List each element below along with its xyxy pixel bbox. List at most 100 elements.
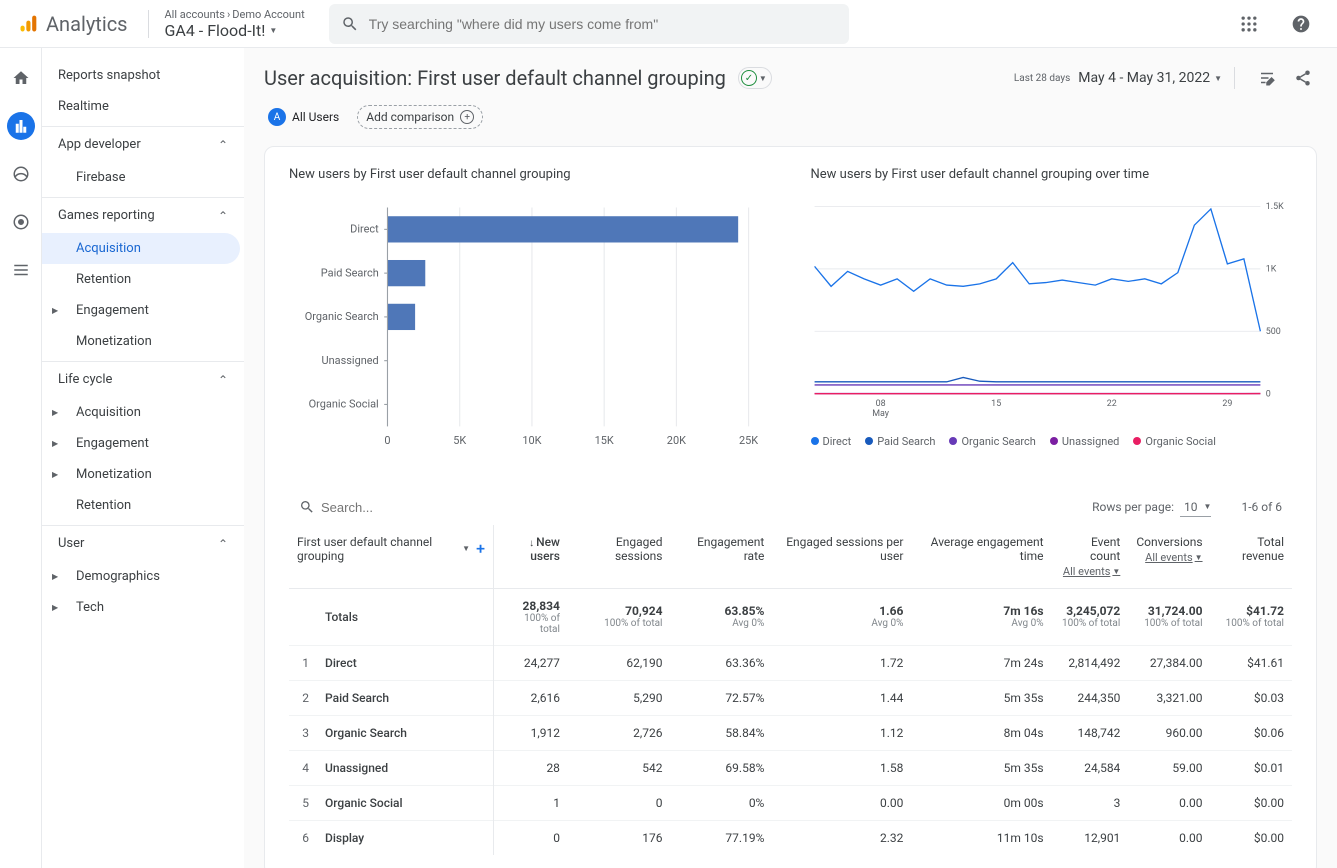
- page-info: 1-6 of 6: [1241, 500, 1282, 514]
- svg-text:Organic Search: Organic Search: [305, 310, 379, 323]
- date-range-picker[interactable]: May 4 - May 31, 2022 ▼: [1078, 70, 1222, 86]
- search-icon: [299, 499, 315, 515]
- caret-down-icon: ▼: [462, 544, 470, 553]
- product-logo[interactable]: Analytics: [8, 12, 138, 36]
- help-icon[interactable]: [1281, 4, 1321, 44]
- col-header-metric[interactable]: Total revenue: [1211, 525, 1292, 589]
- svg-text:15: 15: [991, 399, 1001, 409]
- rail-configure-icon[interactable]: [7, 256, 35, 284]
- apps-icon[interactable]: [1229, 4, 1269, 44]
- sidebar-item-engagement[interactable]: ▶Engagement: [42, 428, 244, 459]
- caret-down-icon: ▼: [269, 26, 277, 35]
- report-card: New users by First user default channel …: [264, 146, 1317, 868]
- sidebar-section-header[interactable]: App developer⌃: [42, 126, 244, 162]
- metric-filter[interactable]: All events ▼: [1063, 565, 1120, 578]
- customize-report-icon[interactable]: [1253, 64, 1281, 92]
- svg-text:Direct: Direct: [350, 223, 379, 236]
- sidebar-item-acquisition[interactable]: ▶Acquisition: [42, 397, 244, 428]
- col-header-dimension[interactable]: First user default channel grouping ▼ +: [289, 525, 493, 589]
- table-search[interactable]: [299, 499, 497, 515]
- col-header-metric[interactable]: Average engagement time: [911, 525, 1051, 589]
- svg-text:Unassigned: Unassigned: [322, 354, 379, 367]
- svg-text:22: 22: [1106, 399, 1116, 409]
- date-range-label: Last 28 days: [1014, 73, 1070, 84]
- sidebar-item-monetization[interactable]: Monetization: [42, 326, 244, 357]
- sidebar-item-monetization[interactable]: ▶Monetization: [42, 459, 244, 490]
- property-name: GA4 - Flood-It!: [165, 21, 266, 40]
- rail-advertising-icon[interactable]: [7, 208, 35, 236]
- svg-text:Paid Search: Paid Search: [321, 266, 379, 279]
- legend-item[interactable]: Unassigned: [1050, 435, 1120, 448]
- caret-down-icon: ▼: [759, 74, 767, 83]
- table-row[interactable]: 6Display017677.19%2.3211m 10s12,9010.00$…: [289, 820, 1292, 855]
- table-row[interactable]: 1Direct24,27762,19063.36%1.727m 24s2,814…: [289, 645, 1292, 680]
- chevron-up-icon: ⌃: [218, 537, 228, 551]
- add-dimension-button[interactable]: +: [476, 539, 485, 558]
- share-icon[interactable]: [1289, 64, 1317, 92]
- svg-text:15K: 15K: [595, 434, 614, 447]
- col-header-metric[interactable]: Engaged sessions: [568, 525, 671, 589]
- sidebar-section-header[interactable]: Games reporting⌃: [42, 197, 244, 233]
- sidebar-item-retention[interactable]: Retention: [42, 490, 244, 521]
- caret-down-icon: ▼: [1214, 74, 1222, 83]
- divider: [148, 10, 149, 38]
- svg-text:25K: 25K: [739, 434, 758, 447]
- sidebar-item-engagement[interactable]: ▶Engagement: [42, 295, 244, 326]
- triangle-right-icon: ▶: [52, 470, 64, 479]
- sidebar-item-acquisition[interactable]: Acquisition: [42, 233, 240, 264]
- add-comparison-button[interactable]: Add comparison +: [357, 105, 483, 129]
- svg-text:29: 29: [1222, 399, 1232, 409]
- table-row[interactable]: 5Organic Social100%0.000m 00s30.00$0.00: [289, 785, 1292, 820]
- rail-home-icon[interactable]: [7, 64, 35, 92]
- sidebar-item-retention[interactable]: Retention: [42, 264, 244, 295]
- sidebar-reports-snapshot[interactable]: Reports snapshot: [42, 60, 244, 91]
- legend-item[interactable]: Organic Search: [949, 435, 1035, 448]
- legend-item[interactable]: Direct: [811, 435, 852, 448]
- col-header-metric[interactable]: Engagement rate: [671, 525, 773, 589]
- sidebar-item-firebase[interactable]: Firebase: [42, 162, 244, 193]
- rail-explore-icon[interactable]: [7, 160, 35, 188]
- content-area: User acquisition: First user default cha…: [244, 48, 1337, 868]
- divider: [1234, 67, 1235, 89]
- chevron-up-icon: ⌃: [218, 138, 228, 152]
- rows-per-page-label: Rows per page:: [1092, 500, 1174, 514]
- search-box[interactable]: [329, 4, 849, 44]
- rail-reports-icon[interactable]: [7, 112, 35, 140]
- col-header-metric[interactable]: ↓New users: [493, 525, 567, 589]
- sidebar-item-tech[interactable]: ▶Tech: [42, 592, 244, 623]
- metric-filter[interactable]: All events ▼: [1145, 551, 1202, 564]
- page-title: User acquisition: First user default cha…: [264, 66, 726, 90]
- line-chart-legend: Direct Paid Search Organic Search Unassigne…: [811, 435, 1293, 448]
- svg-text:20K: 20K: [667, 434, 686, 447]
- table-row[interactable]: 4Unassigned2854269.58%1.585m 35s24,58459…: [289, 750, 1292, 785]
- product-name: Analytics: [46, 12, 128, 36]
- svg-text:1.5K: 1.5K: [1265, 202, 1283, 212]
- sidebar: Reports snapshot Realtime App developer⌃…: [42, 48, 244, 868]
- account-switcher[interactable]: All accounts › Demo Account GA4 - Flood-…: [159, 8, 311, 40]
- svg-text:5K: 5K: [453, 434, 466, 447]
- legend-item[interactable]: Paid Search: [865, 435, 935, 448]
- search-icon: [341, 15, 359, 33]
- line-chart: 05001K1.5K08152229May: [811, 202, 1293, 425]
- chevron-up-icon: ⌃: [218, 373, 228, 387]
- sidebar-realtime[interactable]: Realtime: [42, 91, 244, 122]
- segment-all-users[interactable]: A All Users: [264, 104, 349, 130]
- status-pill[interactable]: ✓ ▼: [738, 67, 772, 89]
- col-header-metric[interactable]: Engaged sessions per user: [772, 525, 911, 589]
- sidebar-section-header[interactable]: User⌃: [42, 525, 244, 561]
- sidebar-item-demographics[interactable]: ▶Demographics: [42, 561, 244, 592]
- rows-per-page-select[interactable]: 10 ▼: [1180, 498, 1212, 517]
- table-row[interactable]: 2Paid Search2,6165,29072.57%1.445m 35s24…: [289, 680, 1292, 715]
- search-input[interactable]: [369, 16, 837, 32]
- table-search-input[interactable]: [321, 500, 497, 515]
- bar-chart-title: New users by First user default channel …: [289, 167, 771, 182]
- legend-item[interactable]: Organic Social: [1133, 435, 1216, 448]
- app-header: Analytics All accounts › Demo Account GA…: [0, 0, 1337, 48]
- table-row[interactable]: 3Organic Search1,9122,72658.84%1.128m 04…: [289, 715, 1292, 750]
- col-header-metric[interactable]: ConversionsAll events ▼: [1128, 525, 1210, 589]
- line-chart-title: New users by First user default channel …: [811, 167, 1293, 182]
- col-header-metric[interactable]: Event countAll events ▼: [1052, 525, 1129, 589]
- svg-text:0: 0: [384, 434, 390, 447]
- sidebar-section-header[interactable]: Life cycle⌃: [42, 361, 244, 397]
- svg-text:1K: 1K: [1265, 265, 1276, 275]
